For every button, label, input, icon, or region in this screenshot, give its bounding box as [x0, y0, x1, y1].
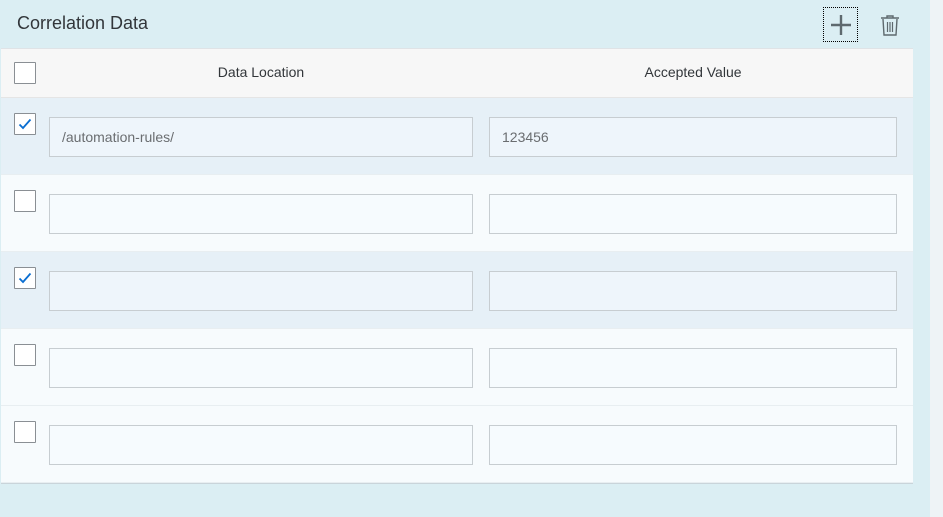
table-row[interactable]	[1, 329, 913, 406]
accepted-value-input[interactable]	[489, 194, 897, 234]
accepted-value-input[interactable]	[489, 117, 897, 157]
panel-title: Correlation Data	[17, 13, 149, 33]
table-row[interactable]	[1, 98, 913, 175]
row-checkbox[interactable]	[14, 190, 36, 212]
row-checkbox[interactable]	[14, 421, 36, 443]
scroll-gutter	[930, 0, 943, 517]
correlation-table: Data Location Accepted Value	[1, 48, 913, 484]
data-location-input[interactable]	[49, 194, 473, 234]
data-location-input[interactable]	[49, 271, 473, 311]
table-row[interactable]	[1, 406, 913, 483]
data-location-input[interactable]	[49, 117, 473, 157]
plus-icon	[830, 14, 851, 35]
toolbar: Correlation Data	[0, 0, 930, 48]
accepted-value-input[interactable]	[489, 425, 897, 465]
data-location-input[interactable]	[49, 348, 473, 388]
checkmark-icon	[18, 118, 32, 130]
accepted-value-input[interactable]	[489, 348, 897, 388]
row-checkbox[interactable]	[14, 344, 36, 366]
accepted-value-input[interactable]	[489, 271, 897, 311]
delete-rows-button[interactable]	[872, 7, 907, 42]
row-checkbox[interactable]	[14, 267, 36, 289]
correlation-data-panel: Correlation Data Data Location Accepted …	[0, 0, 930, 517]
data-location-input[interactable]	[49, 425, 473, 465]
table-row[interactable]	[1, 252, 913, 329]
add-row-button[interactable]	[823, 7, 858, 42]
table-row[interactable]	[1, 175, 913, 252]
column-header-accepted-value: Accepted Value	[644, 64, 742, 80]
trash-icon	[880, 14, 899, 36]
table-header: Data Location Accepted Value	[1, 49, 913, 98]
column-header-data-location: Data Location	[217, 64, 305, 80]
select-all-checkbox[interactable]	[14, 62, 36, 84]
checkmark-icon	[18, 272, 32, 284]
row-checkbox[interactable]	[14, 113, 36, 135]
